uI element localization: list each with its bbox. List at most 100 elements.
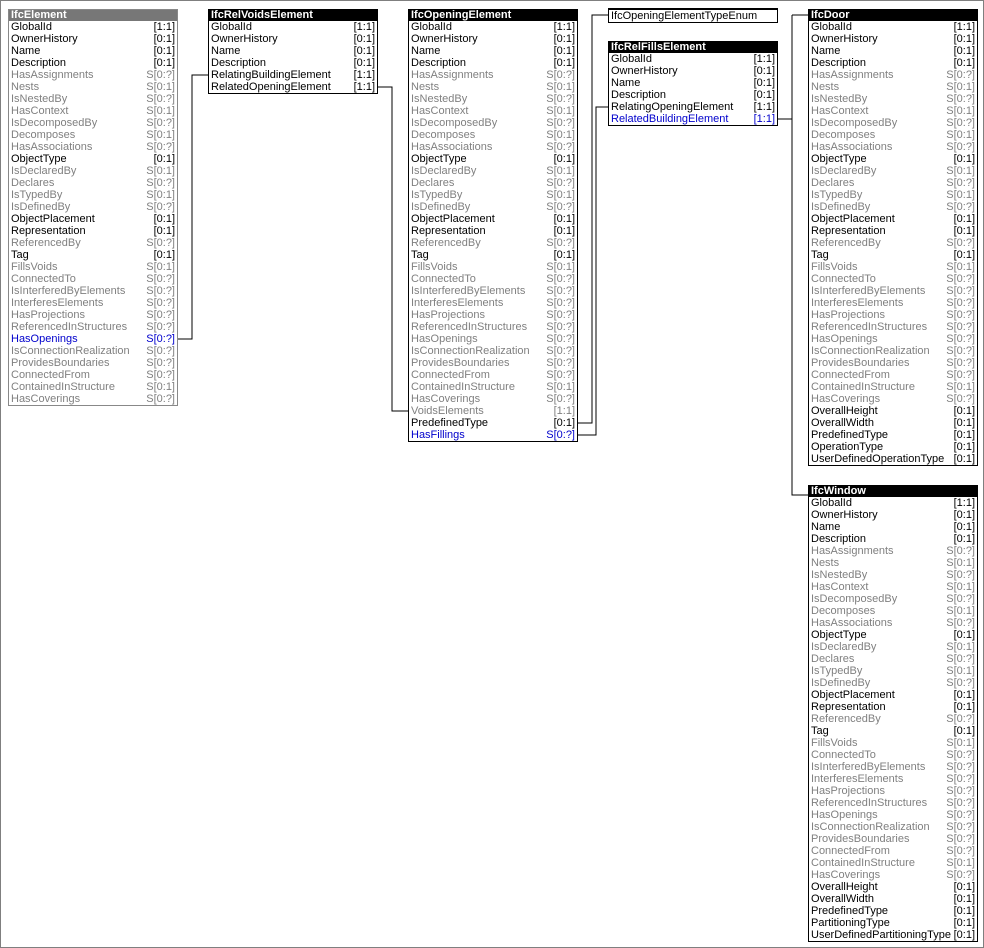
attribute-name: IsNestedBy: [11, 93, 68, 105]
attribute-row: HasContext S[0:1]: [409, 105, 577, 117]
attribute-row: Decomposes S[0:1]: [409, 129, 577, 141]
attribute-name: Tag: [411, 249, 429, 261]
attribute-cardinality: [0:1]: [953, 405, 975, 417]
attribute-cardinality: S[0:?]: [146, 177, 175, 189]
attribute-cardinality: S[0:?]: [146, 69, 175, 81]
attribute-name: HasAssociations: [11, 141, 93, 153]
attribute-row: ContainedInStructure S[0:1]: [409, 381, 577, 393]
attribute-row[interactable]: HasFillings S[0:?]: [409, 429, 577, 441]
attribute-cardinality: [0:1]: [953, 429, 975, 441]
attribute-name: HasAssociations: [811, 141, 893, 153]
attribute-name: HasOpenings: [411, 333, 478, 345]
attribute-name: Decomposes: [11, 129, 76, 141]
attribute-cardinality: S[0:?]: [946, 93, 975, 105]
attribute-cardinality: [1:1]: [953, 497, 975, 509]
attribute-name: IsDefinedBy: [11, 201, 71, 213]
attribute-row: Name [0:1]: [609, 77, 777, 89]
attribute-row: RelatingOpeningElement [1:1]: [609, 101, 777, 113]
attribute-row: IsDefinedBy S[0:?]: [809, 677, 977, 689]
entity-ifcdoor[interactable]: IfcDoor GlobalId [1:1] OwnerHistory [0:1] Na…: [808, 9, 978, 466]
entity-ifcwindow[interactable]: IfcWindow GlobalId [1:1] OwnerHistory [0:1]…: [808, 485, 978, 942]
connector-relatedbuilding: [777, 118, 808, 496]
attribute-name: ConnectedFrom: [811, 845, 890, 857]
attribute-name: ContainedInStructure: [411, 381, 515, 393]
connector-hasopenings: [176, 74, 208, 340]
attribute-row: HasAssociations S[0:?]: [809, 617, 977, 629]
attribute-cardinality: S[0:1]: [146, 165, 175, 177]
attribute-cardinality: S[0:1]: [146, 105, 175, 117]
attribute-cardinality: [1:1]: [353, 21, 375, 33]
attribute-row: ReferencedInStructures S[0:?]: [809, 321, 977, 333]
attribute-row: ConnectedTo S[0:?]: [9, 273, 177, 285]
attribute-row: InterferesElements S[0:?]: [809, 773, 977, 785]
attribute-name: IsDecomposedBy: [811, 593, 898, 605]
attribute-cardinality: S[0:?]: [946, 593, 975, 605]
attribute-row: HasOpenings S[0:?]: [809, 809, 977, 821]
attribute-name: OwnerHistory: [811, 509, 878, 521]
attribute-row: ObjectPlacement [0:1]: [409, 213, 577, 225]
attribute-cardinality: [1:1]: [753, 113, 775, 125]
attribute-row[interactable]: HasOpenings S[0:?]: [9, 333, 177, 345]
attribute-row: Decomposes S[0:1]: [809, 129, 977, 141]
attribute-name: ReferencedBy: [411, 237, 481, 249]
attribute-row: ObjectPlacement [0:1]: [809, 213, 977, 225]
attribute-name: IsDefinedBy: [811, 677, 871, 689]
attribute-cardinality: S[0:?]: [946, 569, 975, 581]
attribute-cardinality: S[0:?]: [946, 809, 975, 821]
attribute-name: Name: [211, 45, 241, 57]
attribute-cardinality: [0:1]: [953, 881, 975, 893]
attribute-name: Name: [11, 45, 41, 57]
attribute-name: PartitioningType: [811, 917, 890, 929]
attribute-name: Nests: [11, 81, 40, 93]
attribute-name: IsInterferedByElements: [11, 285, 126, 297]
attribute-row: FillsVoids S[0:1]: [409, 261, 577, 273]
entity-title: IfcRelFillsElement: [609, 42, 777, 53]
attribute-cardinality: S[0:?]: [146, 285, 175, 297]
attribute-cardinality: S[0:?]: [546, 429, 575, 441]
attribute-cardinality: S[0:?]: [946, 393, 975, 405]
attribute-cardinality: S[0:?]: [546, 297, 575, 309]
entity-ifcrelvoidselement[interactable]: IfcRelVoidsElement GlobalId [1:1] OwnerHis…: [208, 9, 378, 94]
entity-ifcelement[interactable]: IfcElement GlobalId [1:1] OwnerHistory [0:1…: [8, 9, 178, 406]
attribute-name: ReferencedBy: [811, 237, 881, 249]
attribute-name: GlobalId: [411, 21, 452, 33]
attribute-row[interactable]: RelatedBuildingElement [1:1]: [609, 113, 777, 125]
attribute-name: OwnerHistory: [611, 65, 678, 77]
attribute-row: ConnectedTo S[0:?]: [809, 273, 977, 285]
attribute-row: ReferencedBy S[0:?]: [409, 237, 577, 249]
attribute-row: IsDefinedBy S[0:?]: [409, 201, 577, 213]
attribute-name: IsDecomposedBy: [11, 117, 98, 129]
attribute-row: GlobalId [1:1]: [609, 53, 777, 65]
attribute-row: InterferesElements S[0:?]: [409, 297, 577, 309]
attribute-name: Name: [811, 521, 841, 533]
attribute-cardinality: [0:1]: [753, 77, 775, 89]
attribute-row: Declares S[0:?]: [809, 653, 977, 665]
entity-ifcopeningelement[interactable]: IfcOpeningElement GlobalId [1:1] OwnerHist…: [408, 9, 578, 442]
attribute-cardinality: S[0:1]: [546, 165, 575, 177]
enum-ifcopeningelementtypeenum[interactable]: IfcOpeningElementTypeEnum: [608, 8, 778, 23]
attribute-cardinality: [0:1]: [553, 33, 575, 45]
attribute-row: Name [0:1]: [209, 45, 377, 57]
attribute-row: Tag [0:1]: [9, 249, 177, 261]
attribute-row: UserDefinedPartitioningType [0:1]: [809, 929, 977, 941]
attribute-name: Declares: [811, 653, 855, 665]
attribute-cardinality: [0:1]: [553, 417, 575, 429]
attribute-row: IsNestedBy S[0:?]: [9, 93, 177, 105]
attribute-row: HasAssignments S[0:?]: [809, 545, 977, 557]
attribute-cardinality: S[0:1]: [946, 737, 975, 749]
entity-ifcrelfillselement[interactable]: IfcRelFillsElement GlobalId [1:1] OwnerHis…: [608, 41, 778, 126]
attribute-row: InterferesElements S[0:?]: [9, 297, 177, 309]
attribute-cardinality: S[0:?]: [946, 869, 975, 881]
attribute-row: Description [0:1]: [409, 57, 577, 69]
attribute-name: UserDefinedOperationType: [811, 453, 945, 465]
attribute-row: Nests S[0:1]: [9, 81, 177, 93]
attribute-name: Description: [411, 57, 467, 69]
attribute-cardinality: [0:1]: [553, 57, 575, 69]
attribute-cardinality: S[0:?]: [146, 393, 175, 405]
attribute-cardinality: S[0:?]: [146, 201, 175, 213]
attribute-cardinality: [0:1]: [953, 701, 975, 713]
attribute-name: HasContext: [411, 105, 469, 117]
attribute-name: HasAssignments: [811, 69, 894, 81]
attribute-cardinality: S[0:1]: [946, 189, 975, 201]
attribute-cardinality: [0:1]: [953, 521, 975, 533]
